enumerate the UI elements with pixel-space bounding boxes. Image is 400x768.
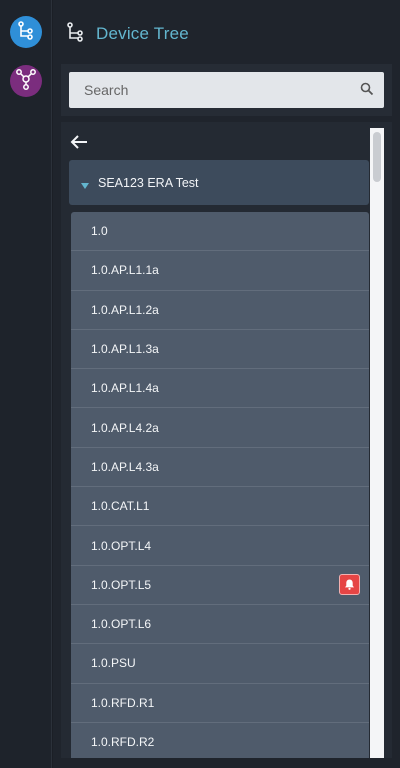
device-label: 1.0.AP.L4.3a (91, 459, 159, 474)
topology-icon (15, 68, 37, 95)
tree-group-header[interactable]: SEA123 ERA Test (69, 160, 369, 205)
back-button[interactable] (67, 130, 91, 154)
device-item[interactable]: 1.0.RFD.R2 (71, 723, 369, 758)
device-tree-icon (66, 21, 86, 48)
device-item[interactable]: 1.0.OPT.L6 (71, 605, 369, 645)
device-item[interactable]: 1.0.OPT.L4 (71, 526, 369, 566)
device-tree-icon (16, 20, 36, 45)
device-label: 1.0.PSU (91, 656, 136, 671)
scrollbar-thumb[interactable] (373, 132, 381, 182)
scrollbar[interactable] (370, 128, 384, 758)
page-title: Device Tree (96, 24, 189, 43)
search-box (69, 72, 384, 108)
panel-header: Device Tree (66, 20, 189, 48)
device-label: 1.0.RFD.R1 (91, 695, 155, 710)
search-input[interactable] (69, 72, 384, 108)
caret-down-icon (80, 178, 90, 189)
device-label: 1.0.AP.L1.4a (91, 381, 159, 396)
device-item[interactable]: 1.0.AP.L1.4a (71, 369, 369, 409)
topology-nav-button[interactable] (10, 65, 42, 97)
device-label: 1.0.AP.L1.2a (91, 302, 159, 317)
group-name: SEA123 ERA Test (98, 175, 199, 190)
device-item[interactable]: 1.0.AP.L1.2a (71, 291, 369, 330)
device-item[interactable]: 1.0.AP.L4.2a (71, 408, 369, 448)
tree-view: SEA123 ERA Test 1.0 1.0.AP.L1.1a 1.0.AP.… (61, 122, 392, 758)
device-item[interactable]: 1.0.AP.L1.1a (71, 251, 369, 291)
device-item[interactable]: 1.0.PSU (71, 644, 369, 684)
alert-badge[interactable] (339, 574, 360, 596)
device-label: 1.0.AP.L1.1a (91, 263, 159, 278)
search-bar (61, 64, 392, 116)
device-list: 1.0 1.0.AP.L1.1a 1.0.AP.L1.2a 1.0.AP.L1.… (71, 212, 369, 758)
device-item[interactable]: 1.0.AP.L4.3a (71, 448, 369, 488)
device-label: 1.0.AP.L1.3a (91, 342, 159, 357)
device-item[interactable]: 1.0 (71, 212, 369, 252)
device-label: 1.0.CAT.L1 (91, 499, 150, 514)
device-item[interactable]: 1.0.OPT.L5 (71, 566, 369, 605)
device-tree-panel: Device Tree SEA123 ERA Test (53, 0, 400, 768)
device-label: 1.0.OPT.L4 (91, 538, 152, 553)
device-item[interactable]: 1.0.RFD.R1 (71, 684, 369, 723)
bell-icon (345, 579, 354, 591)
device-label: 1.0.OPT.L6 (91, 617, 152, 632)
device-item[interactable]: 1.0.AP.L1.3a (71, 330, 369, 370)
app-rail (0, 0, 52, 768)
device-label: 1.0.OPT.L5 (91, 577, 152, 592)
arrow-left-icon (70, 135, 87, 149)
device-label: 1.0 (91, 224, 108, 239)
device-label: 1.0.AP.L4.2a (91, 420, 159, 435)
device-tree-nav-button[interactable] (10, 16, 42, 48)
device-item[interactable]: 1.0.CAT.L1 (71, 487, 369, 527)
device-label: 1.0.RFD.R2 (91, 735, 155, 749)
search-icon[interactable] (360, 82, 374, 101)
